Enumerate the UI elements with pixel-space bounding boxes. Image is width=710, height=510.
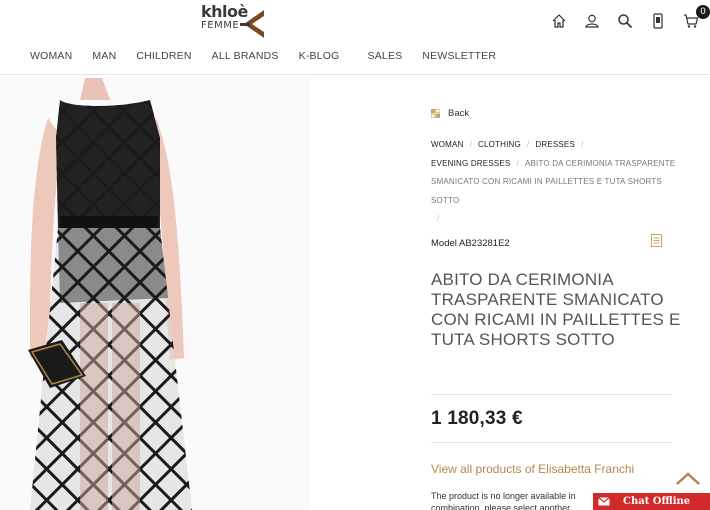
breadcrumb-separator: / — [437, 214, 440, 223]
product-model: Model AB23281E2 — [431, 238, 510, 249]
divider — [431, 442, 671, 443]
breadcrumb-separator: / — [526, 140, 530, 149]
nav-item-sales[interactable]: SALES — [368, 50, 403, 62]
breadcrumb-item-evening-dresses[interactable]: EVENING DRESSES — [431, 159, 510, 168]
site-header: khloè FEMME 0 WOMAN MAN CHILDREN ALL BRA… — [0, 0, 710, 75]
header-icons: 0 — [537, 5, 710, 32]
availability-notice: The product is no longer available in co… — [431, 490, 591, 510]
nav-item-children[interactable]: CHILDREN — [136, 50, 191, 62]
search-icon[interactable] — [614, 10, 636, 32]
view-all-brand-products-link[interactable]: View all products of Elisabetta Franchi — [431, 462, 634, 476]
nav-item-man[interactable]: MAN — [92, 50, 116, 62]
breadcrumb-separator: / — [516, 158, 519, 168]
breadcrumb-item-woman[interactable]: WOMAN — [431, 140, 464, 149]
divider — [431, 394, 671, 395]
back-link[interactable]: Back — [430, 108, 470, 119]
scroll-to-top-icon[interactable] — [676, 472, 700, 486]
product-title: ABITO DA CERIMONIA TRASPARENTE SMANICATO… — [431, 270, 681, 349]
cart-count-badge: 0 — [696, 5, 710, 19]
breadcrumb-separator: / — [581, 140, 584, 149]
breadcrumb-item-dresses[interactable]: DRESSES — [535, 140, 575, 149]
availability-notice-line: The product is no longer available in — [431, 491, 576, 501]
nav-item-k-blog[interactable]: K-BLOG — [299, 50, 340, 62]
cart-icon[interactable]: 0 — [680, 5, 710, 32]
product-price: 1 180,33 € — [431, 408, 523, 429]
nav-item-woman[interactable]: WOMAN — [30, 50, 72, 62]
back-label: Back — [448, 108, 470, 119]
back-arrow-icon — [430, 108, 441, 119]
product-photo[interactable] — [0, 78, 310, 510]
chat-status-label: Chat Offline — [623, 496, 691, 507]
main-nav: WOMAN MAN CHILDREN ALL BRANDS K-BLOG SAL… — [20, 50, 506, 62]
user-icon[interactable] — [581, 10, 603, 32]
product-photo-illustration — [28, 78, 192, 510]
chat-widget-button[interactable]: Chat Offline — [593, 493, 710, 510]
breadcrumb-item-clothing[interactable]: CLOTHING — [478, 140, 521, 149]
mail-icon — [593, 493, 615, 510]
home-icon[interactable] — [548, 10, 570, 32]
breadcrumb-separator: / — [469, 140, 472, 149]
brand-logo[interactable]: khloè FEMME — [200, 2, 270, 38]
phone-icon[interactable] — [647, 10, 669, 32]
breadcrumb: WOMAN / CLOTHING / DRESSES / EVENING DRESSES /… — [431, 136, 681, 229]
availability-notice-line: combination, please select another — [431, 503, 571, 510]
wishlist-icon[interactable] — [651, 234, 662, 247]
nav-item-all-brands[interactable]: ALL BRANDS — [212, 50, 279, 62]
logo-subtext: FEMME — [201, 20, 240, 31]
logo-k-mark-icon — [240, 10, 264, 38]
nav-item-newsletter[interactable]: NEWSLETTER — [422, 50, 496, 62]
